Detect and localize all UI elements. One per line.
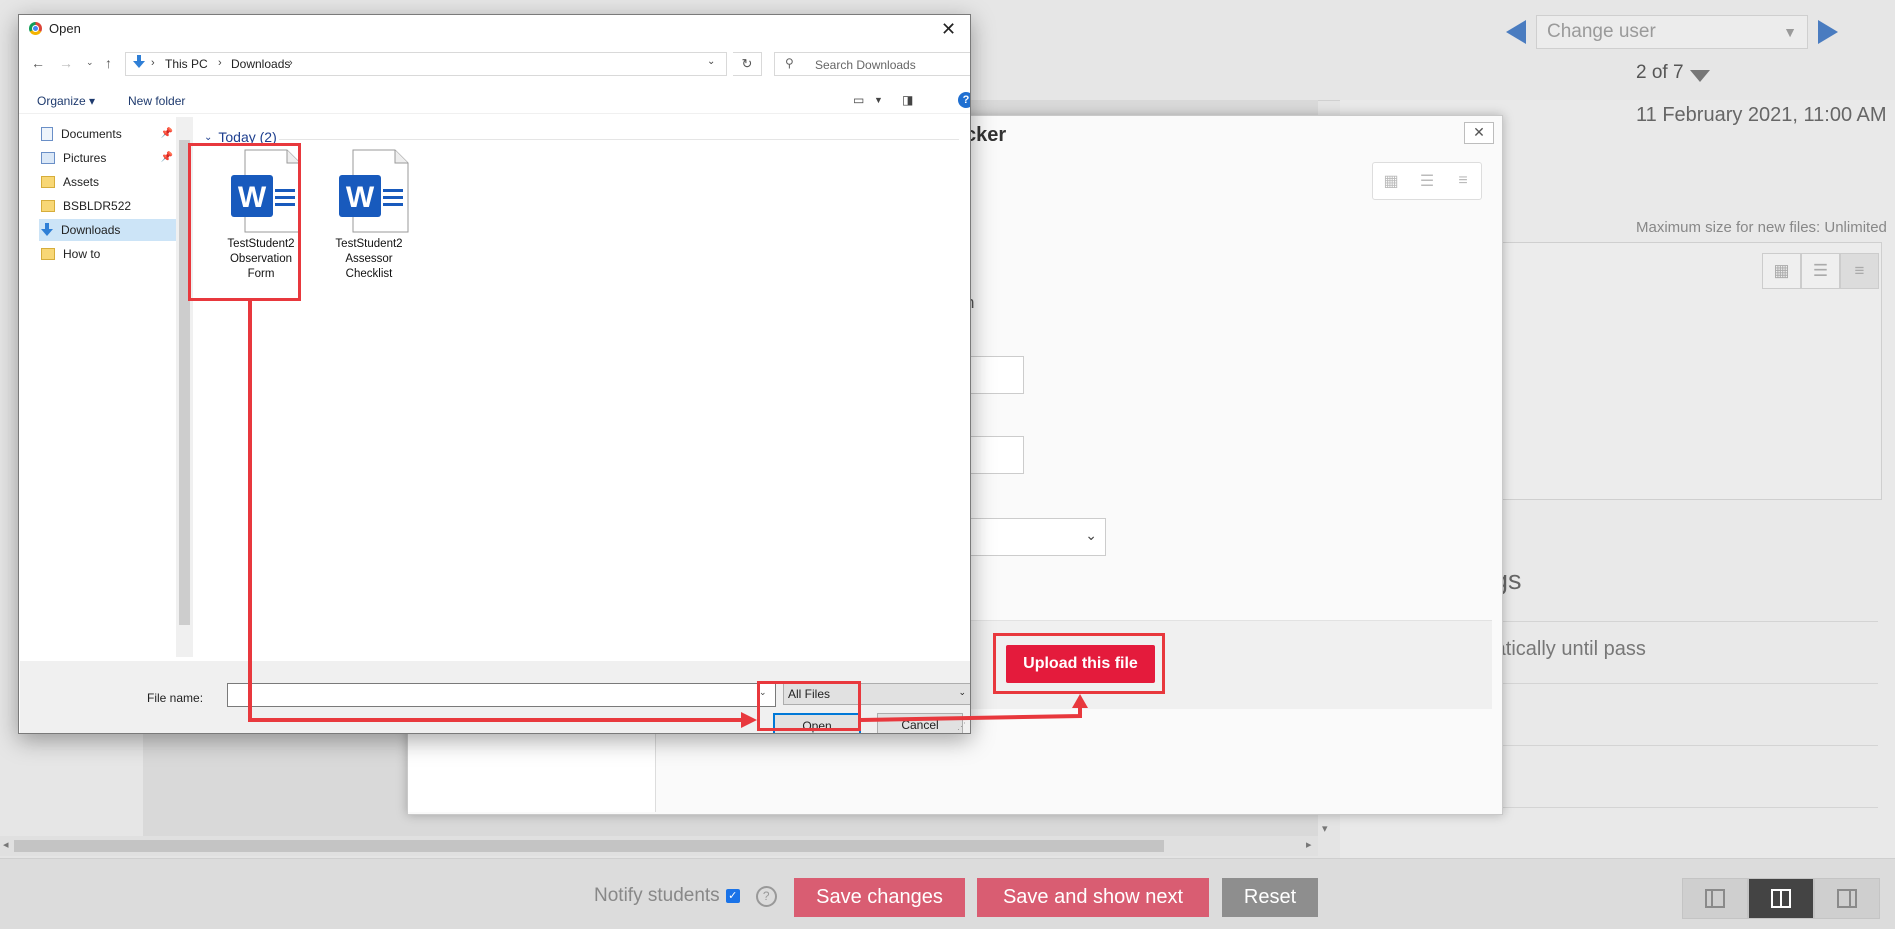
arrow-file-to-open [248,301,745,722]
annotation-arrows [248,301,1088,728]
arrow-open-to-upload [860,706,1082,722]
arrowhead-icon [741,712,757,728]
arrowhead-icon [1072,694,1088,708]
